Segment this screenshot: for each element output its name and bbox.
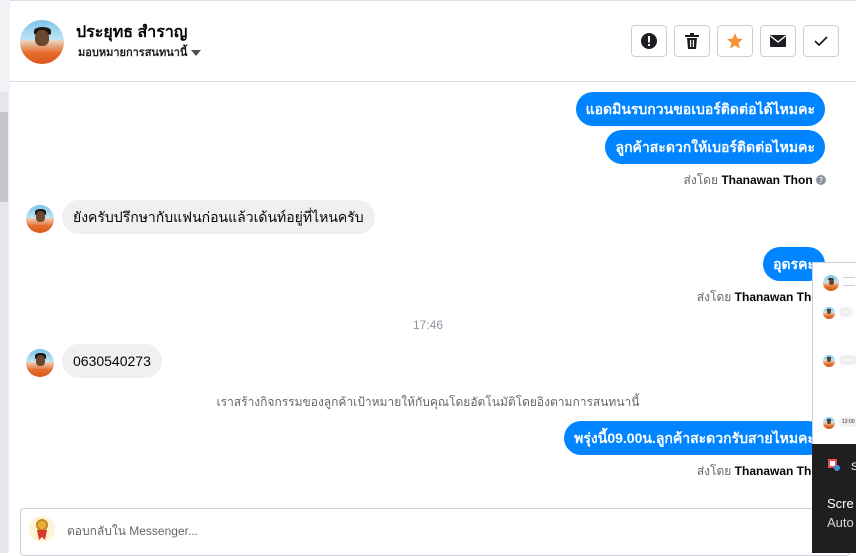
mark-done-button[interactable] bbox=[803, 25, 839, 57]
help-icon[interactable]: ? bbox=[816, 175, 826, 185]
left-frame bbox=[0, 0, 10, 553]
assign-conversation-dropdown[interactable]: มอบหมายการสนทนานี้ bbox=[78, 43, 202, 61]
conversation-header: ประยุทธ สำราญ มอบหมายการสนทนานี้ bbox=[10, 1, 856, 82]
incoming-message[interactable]: 0630540273 bbox=[62, 344, 162, 378]
preview-time-bubble: 13:00 bbox=[839, 417, 856, 427]
trash-icon bbox=[685, 33, 699, 49]
mark-unread-button[interactable] bbox=[760, 25, 796, 57]
delete-button[interactable] bbox=[674, 25, 710, 57]
timestamp: 17:46 bbox=[412, 318, 444, 332]
notification-app-name: S bbox=[851, 461, 856, 473]
contact-avatar-small[interactable] bbox=[26, 205, 54, 233]
star-button[interactable] bbox=[717, 25, 753, 57]
exclamation-circle-icon bbox=[641, 33, 657, 49]
preview-header-line: ——— bbox=[843, 282, 855, 287]
report-spam-button[interactable] bbox=[631, 25, 667, 57]
preview-avatar bbox=[823, 275, 839, 291]
preview-avatar bbox=[823, 417, 835, 429]
snipping-tool-icon bbox=[828, 459, 840, 471]
preview-avatar bbox=[823, 355, 835, 367]
contact-name[interactable]: ประยุทธ สำราญ bbox=[76, 20, 187, 45]
page-avatar bbox=[29, 516, 55, 542]
incoming-message[interactable]: ยังครับปรึกษากับแฟนก่อนแล้วเด้นท์อยู่ที่… bbox=[62, 200, 375, 234]
sent-by-prefix: ส่งโดย bbox=[696, 464, 732, 478]
notification-toast[interactable]: S Scre Auto bbox=[812, 444, 856, 553]
preview-header-line: ——— bbox=[843, 274, 855, 279]
outgoing-message[interactable]: พรุ่งนี้09.00น.ลูกค้าสะดวกรับสายไหมคะ bbox=[564, 421, 825, 455]
notification-body: Auto bbox=[827, 515, 854, 530]
star-icon bbox=[727, 33, 743, 49]
sent-by-line: ส่งโดย Thanawan Thon bbox=[697, 288, 826, 307]
sent-by-line: ส่งโดย Thanawan Thon ? bbox=[684, 171, 826, 190]
preview-avatar bbox=[823, 307, 835, 319]
preview-bubble bbox=[839, 355, 856, 365]
caret-down-icon bbox=[191, 50, 202, 57]
sent-by-line: ส่งโดย Thanawan Thon bbox=[697, 462, 826, 481]
svg-text:?: ? bbox=[819, 176, 823, 185]
reply-composer bbox=[20, 508, 850, 556]
notification-title: Scre bbox=[827, 496, 854, 511]
system-note: เราสร้างกิจกรรมของลูกค้าเป้าหมายให้กับคุ… bbox=[216, 395, 640, 409]
sent-by-prefix: ส่งโดย bbox=[683, 173, 718, 187]
overlay-preview-panel[interactable]: ——— ——— 13:00 bbox=[812, 262, 856, 445]
outgoing-message[interactable]: ลูกค้าสะดวกให้เบอร์ติดต่อไหมคะ bbox=[605, 130, 825, 164]
envelope-icon bbox=[770, 35, 786, 47]
reply-input[interactable] bbox=[65, 517, 829, 545]
assign-label: มอบหมายการสนทนานี้ bbox=[78, 47, 188, 59]
outgoing-message[interactable]: แอดมินรบกวนขอเบอร์ติดต่อได้ไหมคะ bbox=[575, 92, 825, 126]
contact-avatar[interactable] bbox=[20, 20, 64, 64]
scrollbar-thumb[interactable] bbox=[0, 112, 8, 202]
contact-avatar-small[interactable] bbox=[26, 349, 54, 377]
check-icon bbox=[814, 36, 828, 47]
preview-bubble bbox=[839, 307, 853, 317]
sender-name[interactable]: Thanawan Thon bbox=[721, 173, 812, 187]
sent-by-prefix: ส่งโดย bbox=[696, 290, 732, 304]
